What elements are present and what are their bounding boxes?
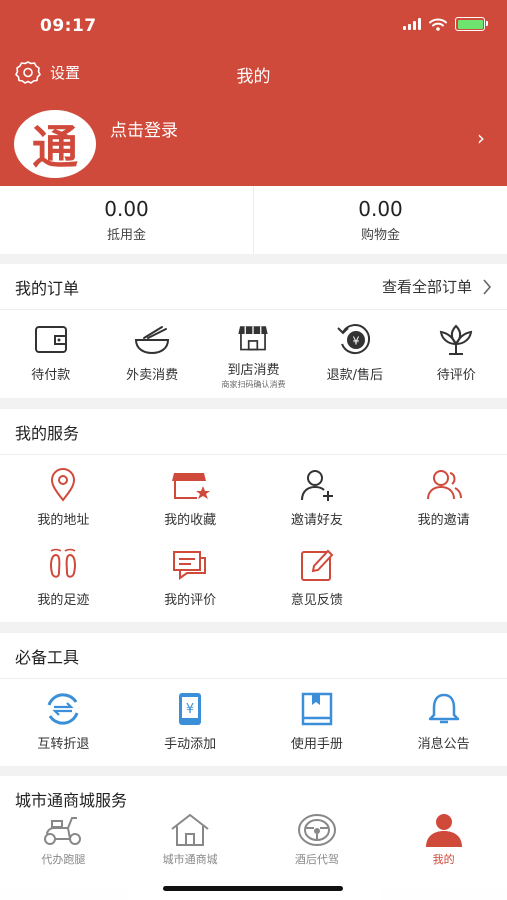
exchange-icon bbox=[47, 693, 79, 725]
cell-sublabel: 商家扫码确认消费 bbox=[221, 380, 286, 389]
location-icon bbox=[51, 468, 76, 502]
section-title: 我的服务 bbox=[15, 423, 80, 443]
store-icon bbox=[238, 326, 269, 351]
users-icon bbox=[426, 470, 462, 500]
order-in-store[interactable]: 到店消费 商家扫码确认消费 bbox=[203, 310, 304, 390]
chevron-right-icon[interactable]: › bbox=[477, 126, 485, 150]
orders-header: 我的订单 查看全部订单 bbox=[0, 264, 507, 310]
service-my-reviews[interactable]: 我的评价 bbox=[127, 535, 254, 615]
footprint-icon bbox=[50, 548, 77, 578]
balance-shopping[interactable]: 0.00 购物金 bbox=[253, 186, 507, 254]
services-grid: 我的地址 我的收藏 邀请好友 我的邀请 我的足迹 我的评价 意见反馈 bbox=[0, 455, 507, 615]
cell-label: 到店消费 bbox=[227, 363, 280, 378]
balance-bar: 0.00 抵用金 0.00 购物金 bbox=[0, 186, 507, 254]
favorite-shop-icon bbox=[172, 473, 211, 499]
tool-exchange[interactable]: 互转折退 bbox=[0, 679, 127, 759]
steering-wheel-icon bbox=[297, 814, 336, 846]
svg-text:¥: ¥ bbox=[186, 702, 194, 717]
services-header: 我的服务 bbox=[0, 409, 507, 455]
tab-label: 城市通商城 bbox=[162, 853, 218, 866]
cell-label: 邀请好友 bbox=[290, 513, 343, 528]
cell-label: 我的评价 bbox=[164, 593, 217, 608]
order-takeout[interactable]: 外卖消费 bbox=[101, 310, 202, 390]
cell-label: 手动添加 bbox=[164, 737, 217, 752]
orders-section: 我的订单 查看全部订单 待付款 外卖消费 到店消费 商家扫码确认消费 ¥ 退款/… bbox=[0, 264, 507, 398]
refund-icon: ¥ bbox=[337, 324, 370, 354]
tool-manual-add[interactable]: ¥ 手动添加 bbox=[127, 679, 254, 759]
tab-label: 酒后代驾 bbox=[294, 853, 339, 866]
bell-icon bbox=[428, 693, 459, 724]
service-invite-friends[interactable]: 邀请好友 bbox=[254, 455, 381, 535]
cell-label: 我的邀请 bbox=[417, 513, 470, 528]
order-to-review[interactable]: 待评价 bbox=[406, 310, 507, 390]
cell-label: 意见反馈 bbox=[290, 593, 343, 608]
avatar[interactable]: 通 bbox=[14, 110, 96, 178]
lotus-icon bbox=[440, 324, 473, 355]
service-feedback[interactable]: 意见反馈 bbox=[254, 535, 381, 615]
tab-errands[interactable]: 代办跑腿 bbox=[0, 808, 127, 900]
tools-header: 必备工具 bbox=[0, 633, 507, 679]
service-my-invites[interactable]: 我的邀请 bbox=[380, 455, 507, 535]
cell-label: 待评价 bbox=[436, 368, 476, 383]
cell-label: 我的地址 bbox=[37, 513, 90, 528]
view-all-label: 查看全部订单 bbox=[381, 278, 472, 296]
cell-label: 我的足迹 bbox=[37, 593, 90, 608]
comment-icon bbox=[173, 551, 207, 580]
view-all-orders-link[interactable]: 查看全部订单 bbox=[382, 276, 492, 297]
order-refund[interactable]: ¥ 退款/售后 bbox=[304, 310, 405, 390]
home-icon bbox=[171, 813, 209, 846]
section-title: 必备工具 bbox=[15, 647, 80, 667]
services-section: 我的服务 我的地址 我的收藏 邀请好友 我的邀请 我的足迹 我的评价 意见反馈 bbox=[0, 409, 507, 622]
balance-label: 抵用金 bbox=[106, 228, 146, 243]
cell-label: 消息公告 bbox=[417, 737, 470, 752]
login-link[interactable]: 点击登录 bbox=[110, 116, 178, 141]
tab-label: 代办跑腿 bbox=[41, 853, 86, 866]
status-icons bbox=[403, 17, 488, 31]
service-address[interactable]: 我的地址 bbox=[0, 455, 127, 535]
signal-icon bbox=[403, 18, 421, 30]
balance-value: 0.00 bbox=[104, 197, 149, 221]
balance-voucher[interactable]: 0.00 抵用金 bbox=[0, 186, 253, 254]
tools-section: 必备工具 互转折退 ¥ 手动添加 使用手册 消息公告 bbox=[0, 633, 507, 766]
status-time: 09:17 bbox=[40, 16, 97, 36]
edit-icon bbox=[300, 549, 334, 581]
wifi-icon bbox=[429, 18, 447, 31]
scooter-icon bbox=[44, 817, 82, 845]
orders-grid: 待付款 外卖消费 到店消费 商家扫码确认消费 ¥ 退款/售后 待评价 bbox=[0, 310, 507, 390]
tool-announcements[interactable]: 消息公告 bbox=[380, 679, 507, 759]
tab-mine[interactable]: 我的 bbox=[380, 808, 507, 900]
profile-icon bbox=[425, 814, 462, 847]
tab-label: 我的 bbox=[432, 853, 455, 866]
cell-label: 我的收藏 bbox=[164, 513, 217, 528]
bowl-icon bbox=[135, 326, 170, 355]
add-user-icon bbox=[300, 470, 333, 501]
balance-value: 0.00 bbox=[358, 197, 403, 221]
battery-icon bbox=[455, 17, 488, 31]
logo-char: 通 bbox=[32, 120, 78, 174]
service-footprints[interactable]: 我的足迹 bbox=[0, 535, 127, 615]
cell-label: 互转折退 bbox=[37, 737, 90, 752]
tab-bar: 代办跑腿 城市通商城 酒后代驾 我的 bbox=[0, 808, 507, 900]
home-indicator bbox=[163, 886, 343, 891]
page-title: 我的 bbox=[236, 67, 271, 87]
svg-text:¥: ¥ bbox=[352, 335, 359, 348]
balance-label: 购物金 bbox=[360, 228, 400, 243]
cell-label: 待付款 bbox=[31, 368, 71, 383]
wallet-icon bbox=[34, 326, 67, 353]
status-bar: 09:17 bbox=[0, 0, 507, 50]
order-pending-payment[interactable]: 待付款 bbox=[0, 310, 101, 390]
cell-label: 退款/售后 bbox=[326, 368, 384, 383]
cell-label: 使用手册 bbox=[290, 737, 343, 752]
chevron-right-icon bbox=[483, 278, 492, 295]
manual-icon bbox=[301, 692, 333, 726]
cell-label: 外卖消费 bbox=[126, 368, 179, 383]
header: 09:17 设置 我的 通 点击登录 › bbox=[0, 0, 507, 186]
section-title: 我的订单 bbox=[15, 278, 80, 298]
service-favorites[interactable]: 我的收藏 bbox=[127, 455, 254, 535]
tool-user-manual[interactable]: 使用手册 bbox=[254, 679, 381, 759]
phone-yuan-icon: ¥ bbox=[179, 693, 202, 725]
tools-grid: 互转折退 ¥ 手动添加 使用手册 消息公告 bbox=[0, 679, 507, 759]
